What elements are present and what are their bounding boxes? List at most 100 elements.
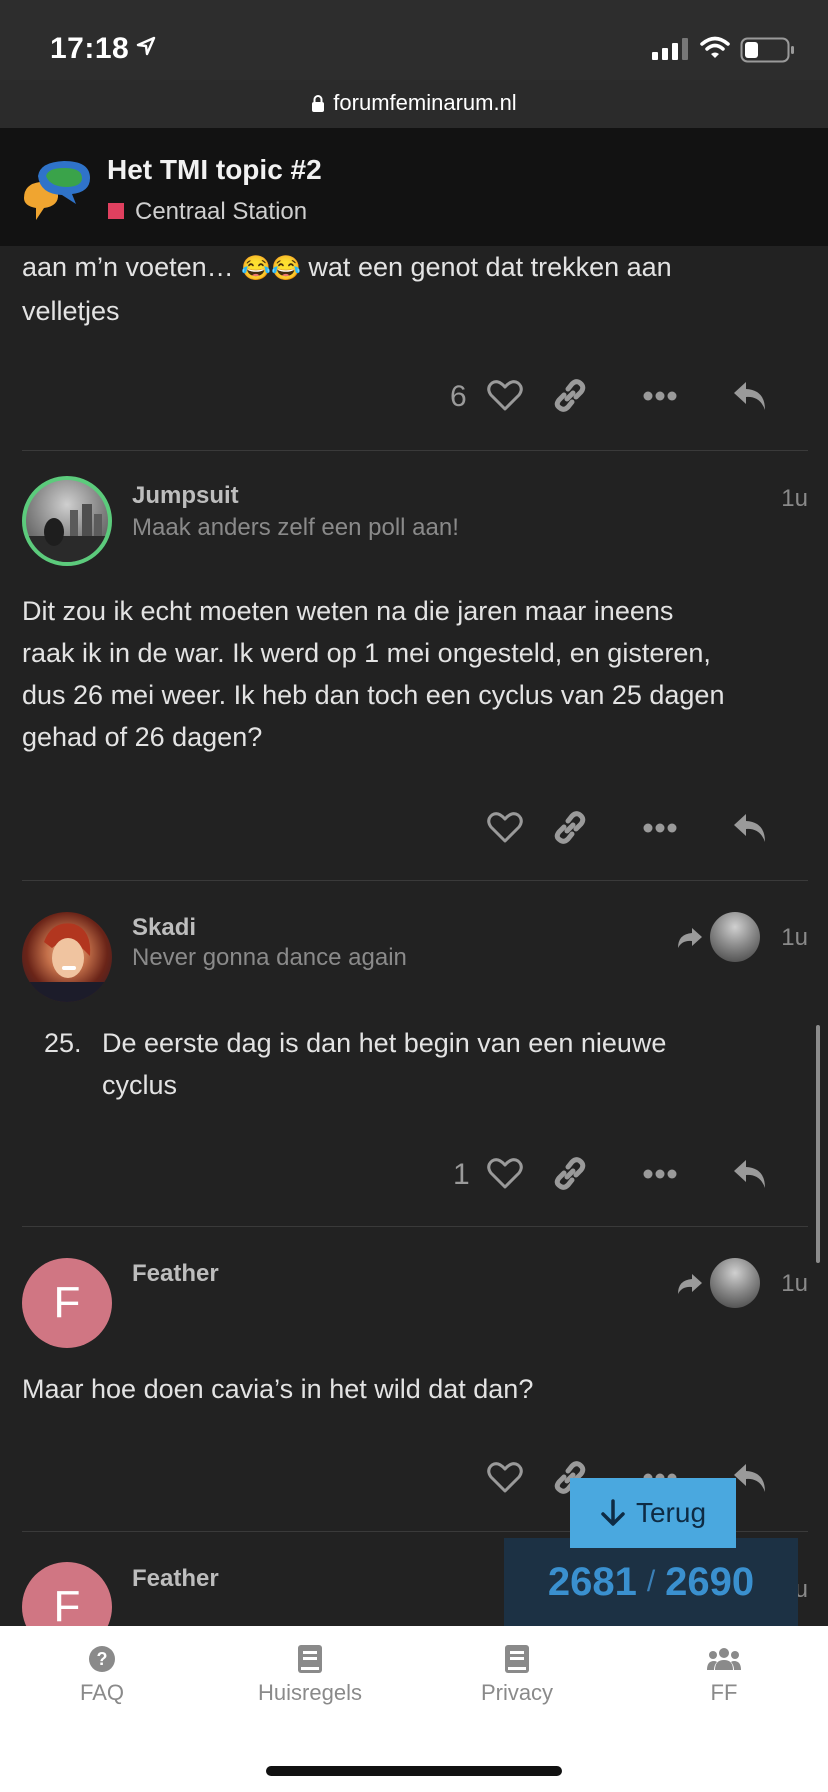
- avatar[interactable]: [22, 476, 112, 566]
- reply-icon: [734, 1160, 765, 1188]
- post-body-line: cyclus: [102, 1070, 178, 1100]
- nav-item-label: Privacy: [480, 1680, 554, 1705]
- nav-item-ff[interactable]: FF: [644, 1642, 804, 1706]
- arrow-down-icon: [601, 1499, 625, 1526]
- link-icon: [554, 379, 586, 412]
- avatar[interactable]: F: [22, 1258, 112, 1348]
- category-link[interactable]: Centraal Station: [135, 198, 307, 226]
- like-button[interactable]: [483, 806, 527, 850]
- url-text: forumfeminarum.nl: [333, 90, 517, 115]
- like-button[interactable]: [483, 374, 527, 418]
- post-divider: [22, 880, 808, 881]
- reply-button[interactable]: [728, 1152, 772, 1196]
- post-divider: [22, 1226, 808, 1227]
- location-arrow-icon: [136, 36, 156, 56]
- svg-text:?: ?: [97, 1649, 108, 1669]
- post-date[interactable]: 1u: [781, 924, 808, 952]
- reply-to-avatar: [710, 912, 760, 962]
- username[interactable]: Jumpsuit: [132, 482, 239, 510]
- progress-separator: /: [646, 1565, 656, 1598]
- ellipsis-icon: [643, 823, 677, 833]
- post-body-line: Dit zou ik echt moeten weten na die jare…: [22, 596, 674, 626]
- ellipsis-icon: [643, 391, 677, 401]
- heart-icon: [487, 812, 523, 843]
- list-number: 25.: [44, 1028, 82, 1058]
- post-date[interactable]: 1u: [781, 1270, 808, 1298]
- users-icon: [707, 1648, 741, 1670]
- more-actions-button[interactable]: [638, 1152, 682, 1196]
- reply-to-avatar: [710, 1258, 760, 1308]
- post-body: Maar hoe doen cavia’s in het wild dat da…: [22, 1368, 812, 1410]
- nav-item-huisregels[interactable]: Huisregels: [230, 1642, 390, 1706]
- copy-link-button[interactable]: [548, 1152, 592, 1196]
- back-button-label: Terug: [635, 1497, 707, 1528]
- progress-current: 2681: [547, 1559, 637, 1604]
- post-body-line: raak ik in de war. Ik werd op 1 mei onge…: [22, 638, 711, 668]
- status-time: 17:18: [50, 32, 130, 65]
- more-actions-button[interactable]: [638, 806, 682, 850]
- username[interactable]: Skadi: [132, 914, 196, 942]
- reply-icon: [734, 382, 765, 410]
- nav-item-privacy[interactable]: Privacy: [437, 1642, 597, 1706]
- laughing-emoji: 😂😂: [241, 255, 301, 282]
- avatar[interactable]: [22, 912, 112, 1002]
- status-bar: 17:18: [0, 0, 828, 80]
- battery-icon: [740, 37, 794, 63]
- more-actions-button[interactable]: [638, 374, 682, 418]
- category-color-badge: [108, 203, 124, 219]
- post-body-line: gehad of 26 dagen?: [22, 722, 263, 752]
- nav-item-label: Huisregels: [258, 1680, 362, 1705]
- post-body-line: dus 26 mei weer. Ik heb dan toch een cyc…: [22, 680, 725, 710]
- topic-progress[interactable]: 2681 / 2690: [504, 1538, 798, 1626]
- post-body-line: aan m’n voeten…: [22, 252, 234, 282]
- avatar-photo: [26, 504, 108, 562]
- avatar-photo: [22, 923, 112, 1002]
- question-circle-icon: ?: [89, 1646, 115, 1672]
- user-title: Never gonna dance again: [132, 944, 407, 971]
- post-divider: [22, 450, 808, 451]
- like-button[interactable]: [483, 1456, 527, 1500]
- like-button[interactable]: [483, 1152, 527, 1196]
- nav-item-label: FAQ: [79, 1680, 124, 1705]
- post-date[interactable]: 1u: [781, 485, 808, 513]
- ellipsis-icon: [643, 1169, 677, 1179]
- username[interactable]: Feather: [132, 1260, 219, 1288]
- nav-item-faq[interactable]: ? FAQ: [22, 1642, 182, 1706]
- back-button[interactable]: Terug: [570, 1478, 736, 1548]
- share-arrow-icon: [678, 1274, 702, 1294]
- scrollbar-thumb[interactable]: [816, 1025, 820, 1263]
- reply-icon: [734, 1464, 765, 1492]
- heart-icon: [487, 1158, 523, 1189]
- post-body: Dit zou ik echt moeten weten na die jare…: [22, 590, 812, 758]
- heart-icon: [487, 1462, 523, 1493]
- home-indicator[interactable]: [266, 1766, 562, 1776]
- reply-button[interactable]: [728, 806, 772, 850]
- book-icon: [505, 1645, 529, 1673]
- link-icon: [554, 1157, 586, 1190]
- reply-icon: [734, 814, 765, 842]
- topic-title[interactable]: Het TMI topic #2: [107, 154, 322, 186]
- browser-url-bar[interactable]: forumfeminarum.nl: [0, 80, 828, 128]
- nav-item-label: FF: [710, 1680, 738, 1705]
- copy-link-button[interactable]: [548, 806, 592, 850]
- signal-icon: [652, 38, 688, 60]
- post-body-line: wat een genot dat trekken aan: [308, 252, 672, 282]
- book-icon: [298, 1645, 322, 1673]
- wifi-icon: [700, 36, 730, 58]
- copy-link-button[interactable]: [548, 374, 592, 418]
- heart-icon: [487, 380, 523, 411]
- lock-icon: [312, 95, 325, 112]
- post-body-line: De eerste dag is dan het begin van een n…: [102, 1028, 667, 1058]
- progress-total: 2690: [665, 1559, 755, 1604]
- link-icon: [554, 811, 586, 844]
- user-title: Maak anders zelf een poll aan!: [132, 514, 459, 541]
- post-body: aan m’n voeten… 😂😂 wat een genot dat tre…: [22, 246, 812, 332]
- share-arrow-icon: [678, 928, 702, 948]
- reply-button[interactable]: [728, 374, 772, 418]
- topic-header: Het TMI topic #2 Centraal Station: [0, 128, 828, 246]
- like-count[interactable]: 6: [450, 380, 467, 414]
- like-count[interactable]: 1: [453, 1158, 470, 1192]
- forum-logo-icon: [24, 161, 90, 220]
- username[interactable]: Feather: [132, 1565, 219, 1593]
- post-body-line: velletjes: [22, 296, 120, 326]
